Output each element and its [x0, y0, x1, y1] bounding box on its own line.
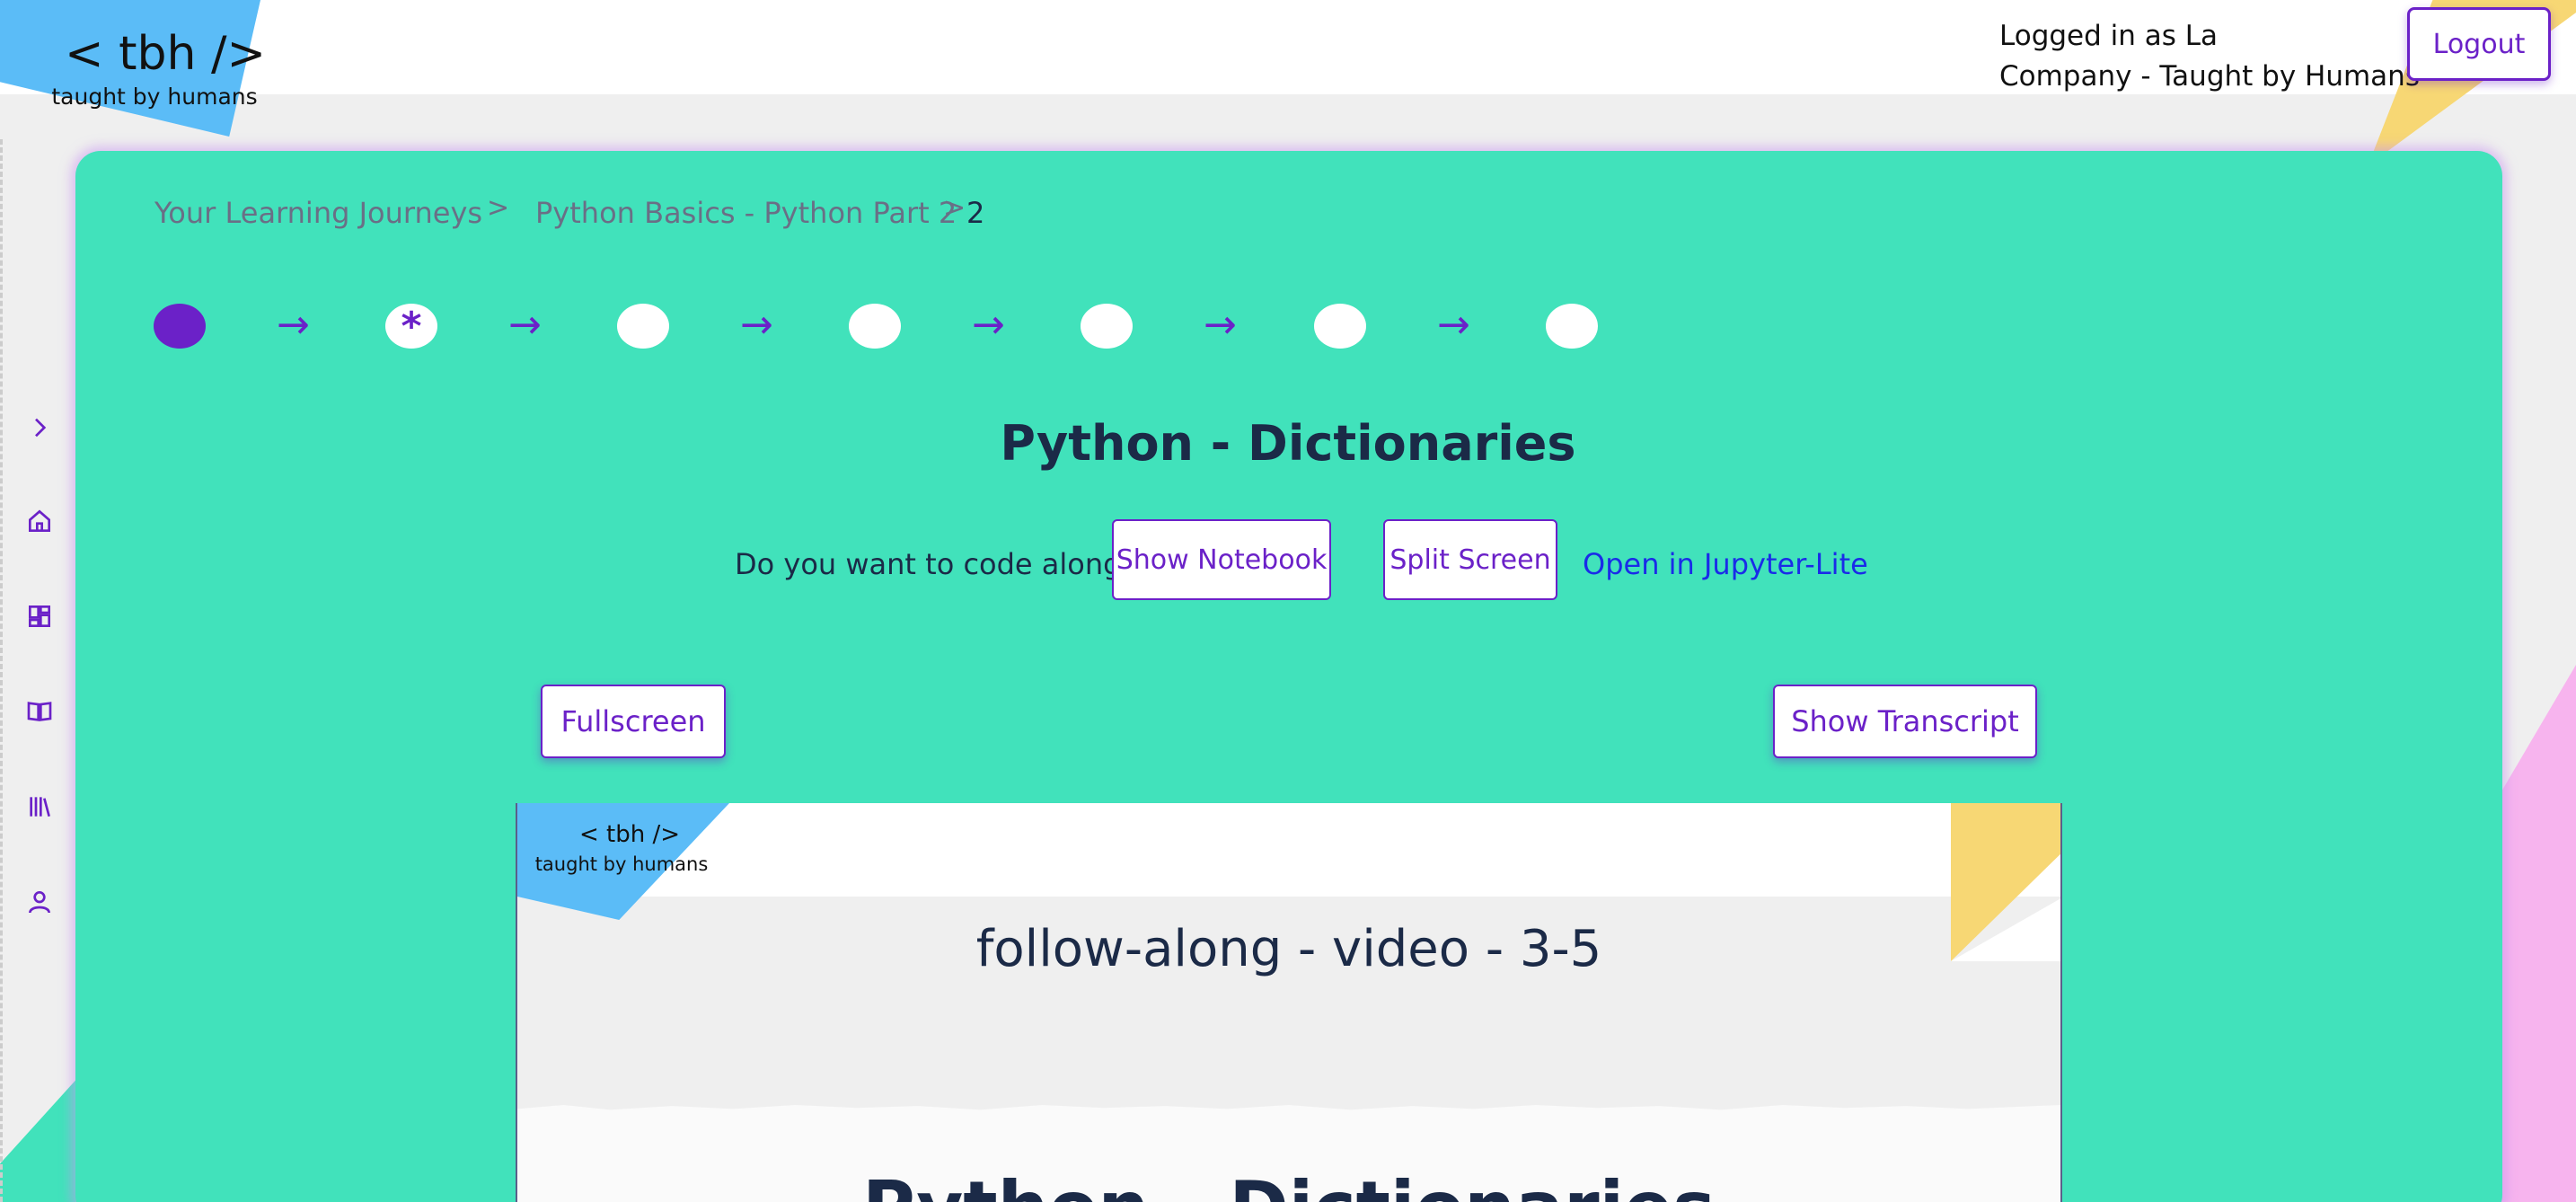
code-along-prompt: Do you want to code along? [735, 547, 1137, 581]
decorative-pink-shape [2497, 665, 2576, 1202]
progress-step-current[interactable]: * [385, 304, 437, 349]
show-transcript-button[interactable]: Show Transcript [1773, 685, 2037, 758]
arrow-right-icon: → [508, 302, 542, 348]
video-player[interactable]: < tbh /> taught by humans follow-along -… [516, 803, 2062, 1202]
breadcrumb-course[interactable]: Python Basics - Python Part 2 [535, 196, 957, 230]
progress-step[interactable] [617, 304, 669, 349]
arrow-right-icon: → [1437, 302, 1470, 348]
video-header [517, 803, 2060, 897]
progress-step[interactable] [1546, 304, 1598, 349]
logo-text[interactable]: < tbh /> [65, 27, 266, 81]
library-icon[interactable] [22, 790, 57, 824]
breadcrumb-current: 2 [966, 196, 985, 230]
video-logo-text: < tbh /> [578, 821, 681, 848]
progress-step[interactable] [1081, 304, 1133, 349]
progress-step[interactable] [849, 304, 901, 349]
video-logo-tagline: taught by humans [534, 853, 709, 875]
breadcrumb-separator: > [487, 192, 510, 224]
progress-step-completed[interactable] [154, 304, 206, 349]
dashboard-icon[interactable] [22, 599, 57, 633]
open-jupyter-lite-link[interactable]: Open in Jupyter-Lite [1583, 547, 1868, 581]
logged-in-as-text: Logged in as La [1999, 20, 2219, 52]
video-heading: follow-along - video - 3-5 [975, 920, 1602, 978]
user-info: Logged in as La Company - Taught by Huma… [1999, 16, 2420, 97]
show-notebook-button[interactable]: Show Notebook [1112, 519, 1331, 600]
video-slide-title: Python - Dictionaries [517, 1166, 2060, 1202]
arrow-right-icon: → [1204, 302, 1237, 348]
company-name: Company - Taught by Humans [1999, 60, 2420, 93]
sidebar [0, 139, 72, 1202]
lesson-title: Python - Dictionaries [1000, 415, 1576, 472]
fullscreen-button[interactable]: Fullscreen [541, 685, 726, 758]
user-icon[interactable] [22, 885, 57, 919]
breadcrumb-learning-journeys[interactable]: Your Learning Journeys [154, 196, 482, 230]
current-step-marker: * [401, 303, 422, 349]
home-icon[interactable] [22, 504, 57, 538]
breadcrumb-separator: > [943, 192, 966, 224]
logo-tagline: taught by humans [51, 84, 258, 110]
arrow-right-icon: → [972, 302, 1005, 348]
arrow-right-icon: → [740, 302, 773, 348]
logout-button[interactable]: Logout [2407, 7, 2551, 81]
progress-step[interactable] [1314, 304, 1366, 349]
arrow-right-icon: → [277, 302, 310, 348]
split-screen-button[interactable]: Split Screen [1383, 519, 1557, 600]
book-open-icon[interactable] [22, 694, 57, 729]
